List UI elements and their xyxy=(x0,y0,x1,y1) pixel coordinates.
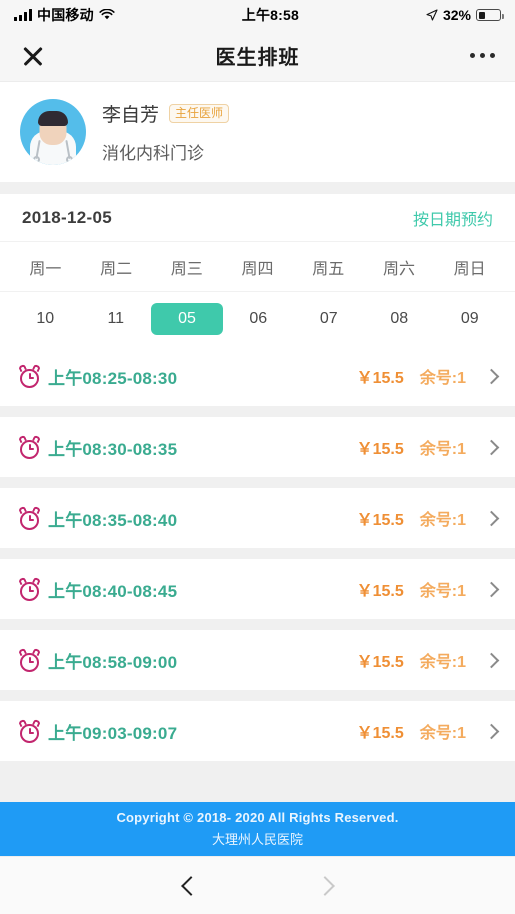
slot-meta: ￥15.5 余号:1 xyxy=(356,648,500,672)
day-cell[interactable]: 09 xyxy=(435,303,506,335)
day-pill[interactable]: 06 xyxy=(236,303,280,335)
location-arrow-icon xyxy=(426,9,438,21)
weekday-label: 周日 xyxy=(453,260,486,278)
doctor-avatar xyxy=(20,99,86,165)
appointment-slot-row[interactable]: 上午08:35-08:40 ￥15.5 余号:1 xyxy=(0,488,515,548)
section-divider xyxy=(0,182,515,194)
slot-time-label: 上午08:30-08:35 xyxy=(48,439,178,459)
slot-meta: ￥15.5 余号:1 xyxy=(356,719,500,743)
chevron-right-icon[interactable] xyxy=(314,875,335,896)
date-header: 2018-12-05 按日期预约 xyxy=(0,194,515,242)
chevron-right-icon[interactable] xyxy=(483,652,500,668)
alarm-clock-icon xyxy=(18,718,41,743)
footer-hospital: 大理州人民医院 xyxy=(211,832,303,847)
alarm-clock-icon xyxy=(18,647,41,672)
alarm-clock-icon xyxy=(18,363,41,388)
slot-price-label: ￥15.5 xyxy=(356,654,404,671)
slot-time-label: 上午09:03-09:07 xyxy=(48,723,178,743)
battery-percent-label: 32% xyxy=(442,7,471,23)
slot-meta: ￥15.5 余号:1 xyxy=(356,364,500,388)
book-by-date-link[interactable]: 按日期预约 xyxy=(413,206,493,230)
slot-remaining-label: 余号:1 xyxy=(419,370,466,387)
appointment-slot-row[interactable]: 上午08:58-09:00 ￥15.5 余号:1 xyxy=(0,630,515,690)
chevron-right-icon[interactable] xyxy=(483,368,500,384)
appointment-slot-row[interactable]: 上午08:25-08:30 ￥15.5 余号:1 xyxy=(0,346,515,406)
slot-time-label: 上午08:25-08:30 xyxy=(48,368,178,388)
day-number-row: 10 11 05 06 07 08 09 xyxy=(0,292,515,346)
chevron-right-icon[interactable] xyxy=(483,581,500,597)
day-cell[interactable]: 11 xyxy=(81,303,152,335)
day-cell[interactable]: 05 xyxy=(151,303,223,335)
weekday-label: 周五 xyxy=(312,260,345,278)
status-bar-right: 32% xyxy=(426,7,504,23)
chevron-right-icon[interactable] xyxy=(483,510,500,526)
carrier-label: 中国移动 xyxy=(37,7,94,23)
current-date-label: 2018-12-05 xyxy=(22,207,112,227)
day-cell[interactable]: 07 xyxy=(294,303,365,335)
appointment-slot-row[interactable]: 上午09:03-09:07 ￥15.5 余号:1 xyxy=(0,701,515,761)
doctor-department: 消化内科门诊 xyxy=(102,144,204,163)
day-cell[interactable]: 06 xyxy=(223,303,294,335)
doctor-card: 李自芳 主任医师 消化内科门诊 xyxy=(0,82,515,182)
weekday-label: 周一 xyxy=(29,260,62,278)
mobile-screen: 中国移动 上午8:58 32% 医生排班 李自芳 主任医师 消化内科门诊 201… xyxy=(0,0,515,914)
slot-remaining-label: 余号:1 xyxy=(419,583,466,600)
slot-price-label: ￥15.5 xyxy=(356,370,404,387)
weekday-label: 周二 xyxy=(100,260,133,278)
footer-copyright: Copyright © 2018- 2020 All Rights Reserv… xyxy=(116,810,399,825)
slot-remaining-label: 余号:1 xyxy=(419,725,466,742)
day-pill[interactable]: 11 xyxy=(94,303,138,335)
slot-remaining-label: 余号:1 xyxy=(419,654,466,671)
day-pill-selected[interactable]: 05 xyxy=(151,303,223,335)
day-pill[interactable]: 08 xyxy=(377,303,421,335)
slot-time-label: 上午08:40-08:45 xyxy=(48,581,178,601)
day-pill[interactable]: 09 xyxy=(448,303,492,335)
appointment-slot-row[interactable]: 上午08:30-08:35 ￥15.5 余号:1 xyxy=(0,417,515,477)
date-selector-section: 2018-12-05 按日期预约 周一 周二 周三 周四 周五 周六 周日 10… xyxy=(0,194,515,346)
slot-meta: ￥15.5 余号:1 xyxy=(356,435,500,459)
doctor-name: 李自芳 xyxy=(102,105,160,126)
doctor-info: 李自芳 主任医师 消化内科门诊 xyxy=(102,100,230,164)
slot-meta: ￥15.5 余号:1 xyxy=(356,577,500,601)
alarm-clock-icon xyxy=(18,576,41,601)
day-pill[interactable]: 10 xyxy=(23,303,67,335)
doctor-name-row: 李自芳 主任医师 xyxy=(102,100,230,127)
chevron-right-icon[interactable] xyxy=(483,723,500,739)
slot-price-label: ￥15.5 xyxy=(356,725,404,742)
weekday-label: 周三 xyxy=(170,260,203,278)
status-bar-left: 中国移动 xyxy=(14,5,115,25)
battery-fill xyxy=(478,11,485,19)
weekday-label: 周六 xyxy=(382,260,415,278)
status-bar-time: 上午8:58 xyxy=(241,7,299,23)
alarm-clock-icon xyxy=(18,505,41,530)
appointment-slot-row[interactable]: 上午08:40-08:45 ￥15.5 余号:1 xyxy=(0,559,515,619)
slot-time-label: 上午08:58-09:00 xyxy=(48,652,178,672)
slot-meta: ￥15.5 余号:1 xyxy=(356,506,500,530)
chevron-right-icon[interactable] xyxy=(483,439,500,455)
slot-price-label: ￥15.5 xyxy=(356,441,404,458)
slot-remaining-label: 余号:1 xyxy=(419,441,466,458)
battery-icon xyxy=(476,9,504,21)
browser-bottom-bar xyxy=(0,856,515,914)
chevron-left-icon[interactable] xyxy=(180,875,201,896)
alarm-clock-icon xyxy=(18,434,41,459)
slot-price-label: ￥15.5 xyxy=(356,512,404,529)
weekday-header-row: 周一 周二 周三 周四 周五 周六 周日 xyxy=(0,242,515,292)
signal-bars-icon xyxy=(14,9,32,21)
weekday-label: 周四 xyxy=(241,260,274,278)
app-header: 医生排班 xyxy=(0,30,515,82)
appointment-slot-list: 上午08:25-08:30 ￥15.5 余号:1 上午08:30-08:35 ￥15.5… xyxy=(0,346,515,802)
more-options-icon[interactable] xyxy=(470,53,495,58)
day-cell[interactable]: 08 xyxy=(364,303,435,335)
day-cell[interactable]: 10 xyxy=(10,303,81,335)
page-title: 医生排班 xyxy=(215,47,300,69)
slot-time-label: 上午08:35-08:40 xyxy=(48,510,178,530)
slot-price-label: ￥15.5 xyxy=(356,583,404,600)
slot-remaining-label: 余号:1 xyxy=(419,512,466,529)
status-bar: 中国移动 上午8:58 32% xyxy=(0,0,515,30)
day-pill[interactable]: 07 xyxy=(307,303,351,335)
footer: Copyright © 2018- 2020 All Rights Reserv… xyxy=(0,802,515,856)
wifi-icon xyxy=(99,9,115,20)
doctor-title-badge: 主任医师 xyxy=(169,103,230,124)
